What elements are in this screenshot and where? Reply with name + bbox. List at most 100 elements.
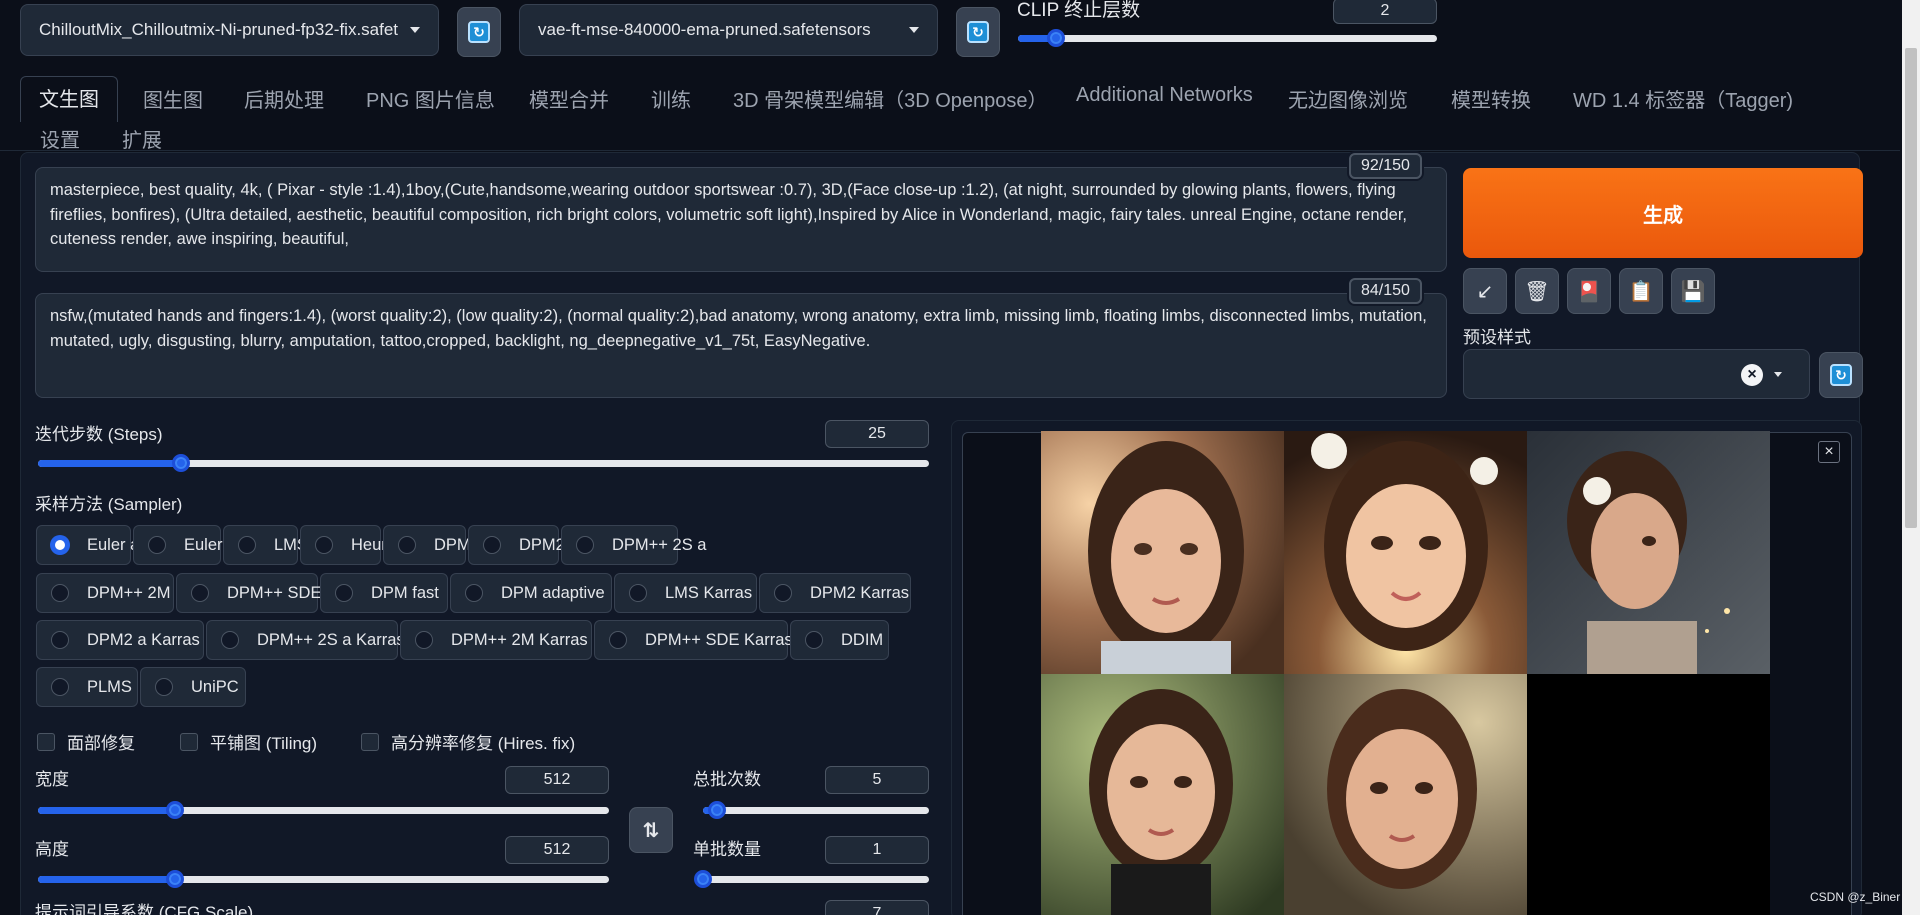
sampler-option[interactable]: Euler a (36, 525, 139, 565)
gallery-image-3[interactable] (1527, 431, 1770, 674)
scrollbar-thumb[interactable] (1905, 48, 1917, 528)
batch-size-slider[interactable] (694, 870, 929, 888)
cfg-scale-input[interactable]: 7 (825, 900, 929, 915)
arrow-button[interactable]: ↙ (1463, 268, 1507, 314)
prompt-textarea[interactable]: masterpiece, best quality, 4k, ( Pixar -… (35, 167, 1447, 272)
clipboard-button[interactable]: 📋 (1619, 268, 1663, 314)
tab-5[interactable]: 训练 (651, 84, 691, 113)
sampler-option[interactable]: Heun (300, 525, 390, 565)
checkbox-box[interactable] (180, 732, 198, 751)
slider-thumb[interactable] (171, 454, 190, 472)
sampler-option[interactable]: DPM2 a Karras (36, 620, 204, 660)
radio-icon[interactable] (415, 631, 433, 649)
sampler-option[interactable]: DPM adaptive (450, 573, 612, 613)
sampler-option[interactable]: DPM++ 2M Karras (400, 620, 592, 660)
sampler-option[interactable]: LMS (223, 525, 308, 565)
save-button[interactable]: 💾 (1671, 268, 1715, 314)
generate-button[interactable]: 生成 (1463, 168, 1863, 258)
tab-10[interactable]: WD 1.4 标签器（Tagger) (1573, 84, 1793, 113)
gallery-image-5[interactable] (1284, 674, 1527, 915)
sampler-option[interactable]: DPM2 Karras (759, 573, 911, 613)
radio-icon[interactable] (51, 536, 69, 554)
sampler-option[interactable]: DPM fast (320, 573, 448, 613)
batch-count-input[interactable]: 5 (825, 766, 929, 794)
radio-icon[interactable] (51, 678, 69, 696)
radio-icon[interactable] (629, 584, 647, 602)
checkbox-box[interactable] (361, 732, 379, 751)
tab-11[interactable]: 设置 (40, 124, 80, 153)
tab-1[interactable]: 图生图 (143, 84, 203, 113)
sampler-option[interactable]: Euler (133, 525, 223, 565)
refresh-model-button[interactable]: ↻ (457, 7, 501, 57)
radio-icon[interactable] (51, 631, 69, 649)
tab-7[interactable]: Additional Networks (1076, 84, 1253, 107)
slider-thumb[interactable] (707, 801, 726, 819)
gallery-image-1[interactable] (1041, 431, 1284, 674)
radio-icon[interactable] (148, 536, 166, 554)
tab-6[interactable]: 3D 骨架模型编辑（3D Openpose） (733, 84, 1048, 113)
slider-thumb[interactable] (1046, 29, 1065, 47)
width-slider[interactable] (38, 801, 609, 819)
radio-icon[interactable] (805, 631, 823, 649)
sampler-option[interactable]: UniPC (140, 667, 246, 707)
batch-count-slider[interactable] (703, 801, 929, 819)
radio-icon[interactable] (576, 536, 594, 554)
radio-icon[interactable] (774, 584, 792, 602)
radio-icon[interactable] (483, 536, 501, 554)
card-button[interactable]: 🎴 (1567, 268, 1611, 314)
clip-skip-slider[interactable] (1018, 29, 1437, 47)
sampler-option[interactable]: DPM2 a (468, 525, 579, 565)
tab-12[interactable]: 扩展 (122, 124, 162, 153)
tiling-checkbox[interactable]: 平铺图 (Tiling) (180, 729, 317, 754)
gallery-image-4[interactable] (1041, 674, 1284, 915)
tab-4[interactable]: 模型合并 (529, 84, 609, 113)
tab-2[interactable]: 后期处理 (244, 84, 324, 113)
sampler-option[interactable]: DPM++ 2M (36, 573, 174, 613)
face-restore-checkbox[interactable]: 面部修复 (37, 729, 135, 754)
radio-icon[interactable] (155, 678, 173, 696)
radio-icon[interactable] (315, 536, 333, 554)
hires-fix-checkbox[interactable]: 高分辨率修复 (Hires. fix) (361, 729, 575, 754)
styles-select[interactable]: × (1463, 349, 1810, 399)
slider-thumb[interactable] (694, 870, 712, 888)
refresh-vae-button[interactable]: ↻ (956, 7, 1000, 57)
sampler-option[interactable]: PLMS (36, 667, 138, 707)
clip-skip-input[interactable]: 2 (1333, 0, 1437, 24)
sampler-option[interactable]: DDIM (790, 620, 889, 660)
sampler-option[interactable]: DPM++ SDE (176, 573, 321, 613)
sampler-option[interactable]: DPM++ 2S a (561, 525, 706, 565)
checkbox-box[interactable] (37, 732, 55, 751)
width-input[interactable]: 512 (505, 766, 609, 794)
radio-icon[interactable] (221, 631, 239, 649)
radio-icon[interactable] (238, 536, 256, 554)
radio-icon[interactable] (191, 584, 209, 602)
vae-select[interactable]: vae-ft-mse-840000-ema-pruned.safetensors (519, 4, 938, 56)
tab-0[interactable]: 文生图 (20, 76, 118, 122)
radio-icon[interactable] (609, 631, 627, 649)
sampler-option[interactable]: DPM2 (383, 525, 480, 565)
clear-icon[interactable]: × (1741, 364, 1763, 386)
slider-thumb[interactable] (166, 870, 185, 888)
radio-icon[interactable] (335, 584, 353, 602)
tab-3[interactable]: PNG 图片信息 (366, 84, 495, 113)
height-slider[interactable] (38, 870, 609, 888)
steps-slider[interactable] (38, 454, 929, 472)
swap-dimensions-button[interactable]: ⇅ (629, 807, 673, 853)
tab-8[interactable]: 无边图像浏览 (1288, 84, 1408, 113)
sampler-option[interactable]: DPM++ SDE Karras (594, 620, 793, 660)
radio-icon[interactable] (398, 536, 416, 554)
steps-input[interactable]: 25 (825, 420, 929, 448)
batch-size-input[interactable]: 1 (825, 836, 929, 864)
radio-icon[interactable] (51, 584, 69, 602)
height-input[interactable]: 512 (505, 836, 609, 864)
radio-icon[interactable] (465, 584, 483, 602)
negative-prompt-textarea[interactable]: nsfw,(mutated hands and fingers:1.4), (w… (35, 293, 1447, 398)
gallery-image-2[interactable] (1284, 431, 1527, 674)
sampler-option[interactable]: LMS Karras (614, 573, 757, 613)
slider-thumb[interactable] (166, 801, 185, 819)
model-select[interactable]: ChilloutMix_Chilloutmix-Ni-pruned-fp32-f… (20, 4, 439, 56)
sampler-option[interactable]: DPM++ 2S a Karras (206, 620, 405, 660)
page-scrollbar[interactable] (1902, 0, 1920, 915)
refresh-styles-button[interactable]: ↻ (1819, 352, 1863, 398)
tab-9[interactable]: 模型转换 (1451, 84, 1531, 113)
